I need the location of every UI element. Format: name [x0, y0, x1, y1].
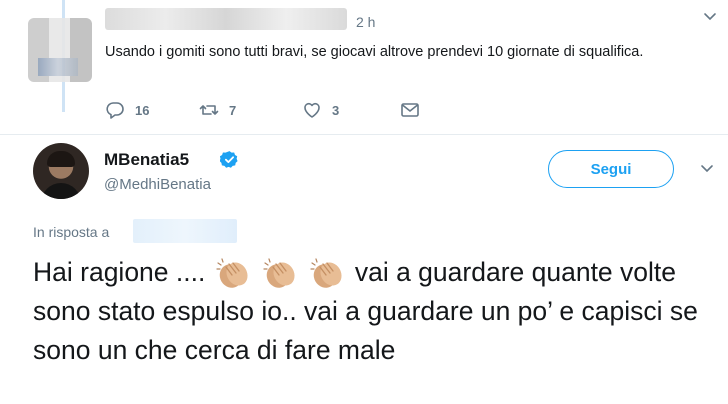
reply-icon: [106, 102, 124, 119]
reply-avatar[interactable]: [28, 18, 92, 82]
reply-author-blurred[interactable]: [105, 8, 347, 30]
message-action[interactable]: [400, 100, 420, 120]
retweet-action[interactable]: 7: [199, 100, 236, 120]
in-reply-to-label: In risposta a: [33, 224, 110, 240]
reply-timestamp[interactable]: 2 h: [356, 14, 375, 30]
tweet-text-start: Hai ragione ....: [33, 257, 206, 287]
clapping-hands-icon: [216, 258, 248, 288]
author-avatar[interactable]: [33, 143, 89, 199]
clapping-hands-icon: [310, 258, 343, 288]
author-display-name[interactable]: MBenatia5: [104, 150, 189, 170]
like-count: 3: [332, 102, 340, 118]
reply-action[interactable]: 16: [105, 100, 149, 120]
retweet-icon: [199, 105, 219, 115]
in-reply-to-user-blurred[interactable]: [133, 219, 237, 243]
reply-tweet-text: Usando i gomiti sono tutti bravi, se gio…: [105, 44, 644, 60]
main-tweet-text: Hai ragione .... vai a guardare quante v…: [33, 253, 723, 370]
tweet-divider: [0, 134, 728, 135]
follow-button[interactable]: Segui: [548, 150, 674, 188]
chevron-down-icon[interactable]: [703, 10, 717, 24]
heart-icon: [304, 102, 320, 118]
like-action[interactable]: 3: [302, 100, 339, 120]
clapping-hands-icon: [263, 258, 295, 288]
envelope-icon: [401, 103, 419, 117]
reply-count: 16: [135, 102, 150, 118]
chevron-down-icon[interactable]: [700, 162, 714, 176]
author-handle[interactable]: @MedhiBenatia: [104, 176, 211, 193]
verified-badge-icon: [220, 151, 238, 168]
retweet-count: 7: [229, 102, 237, 118]
